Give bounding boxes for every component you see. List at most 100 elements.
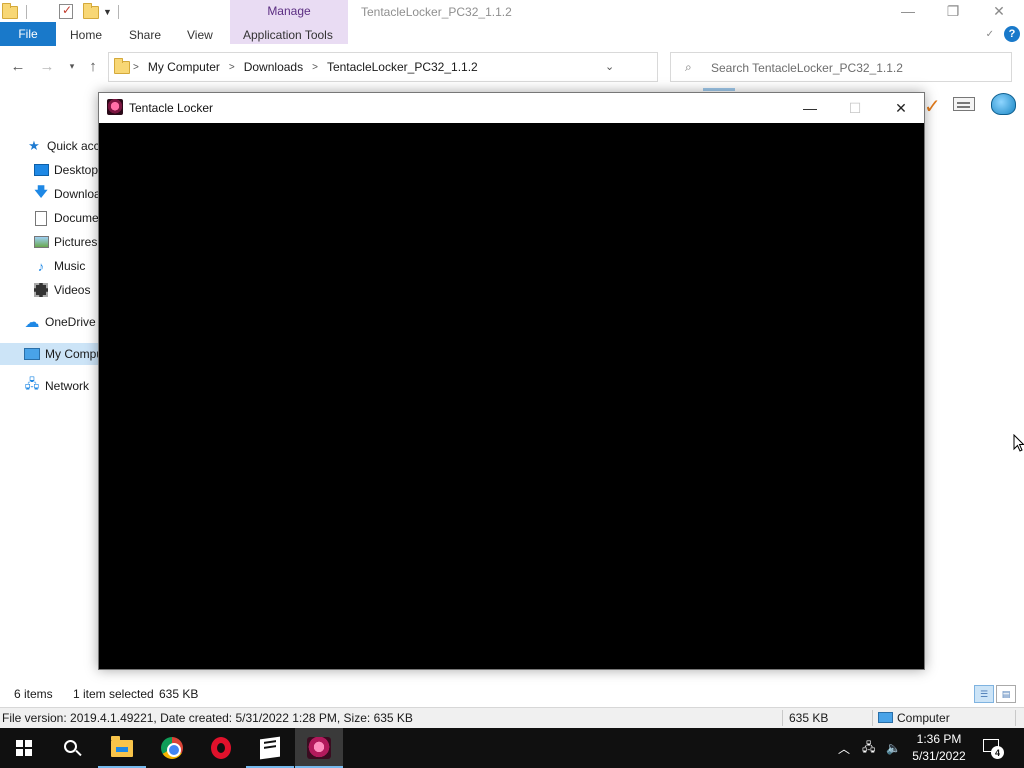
help-icon[interactable]: ? xyxy=(1004,26,1020,42)
ribbon-controls: ✓ ? xyxy=(986,26,1020,42)
nav-item-quick-access[interactable]: ★ Quick access xyxy=(0,135,100,157)
app-window-title: Tentacle Locker xyxy=(129,101,214,115)
music-icon: ♪ xyxy=(37,258,45,274)
expand-ribbon-chevron-icon[interactable]: ✓ xyxy=(986,29,994,40)
taskbar-package[interactable] xyxy=(246,728,294,768)
nav-item-downloads[interactable]: 🡇 Downloads xyxy=(0,183,100,205)
ribbon-tabs: File Home Share View Application Tools ✓… xyxy=(0,22,1024,46)
tab-home[interactable]: Home xyxy=(70,28,102,42)
breadcrumb-separator-icon[interactable]: > xyxy=(133,62,139,73)
package-icon xyxy=(260,736,280,760)
status-bar: 6 items 1 item selected 635 KB xyxy=(0,683,1024,705)
shell-icon[interactable] xyxy=(991,93,1016,115)
breadcrumb-my-computer[interactable]: My Computer xyxy=(148,60,220,74)
location-label: Computer xyxy=(897,711,950,725)
nav-item-pictures[interactable]: Pictures xyxy=(0,231,100,253)
network-tray-icon[interactable]: 🖧 xyxy=(862,728,875,768)
breadcrumb-separator-icon[interactable]: > xyxy=(229,62,235,73)
tentacle-locker-window: Tentacle Locker — ☐ ✕ xyxy=(98,92,925,670)
opera-icon xyxy=(211,737,231,759)
nav-item-label: Quick access xyxy=(47,139,100,153)
nav-item-label: Desktop xyxy=(54,163,99,177)
game-canvas[interactable] xyxy=(99,123,924,669)
address-bar[interactable]: > My Computer > Downloads > TentacleLock… xyxy=(108,52,756,82)
explorer-title-bar: ▼ Manage TentacleLocker_PC32_1.1.2 — ❐ ✕ xyxy=(0,0,1024,44)
minimize-button[interactable]: — xyxy=(885,0,931,22)
computer-icon xyxy=(878,712,893,723)
nav-item-my-computer[interactable]: My Computer xyxy=(0,343,100,365)
nav-item-label: Pictures xyxy=(54,235,98,249)
chrome-icon xyxy=(161,737,183,759)
tab-view[interactable]: View xyxy=(187,28,213,42)
selection-status: 1 item selected xyxy=(73,687,154,701)
download-icon: 🡇 xyxy=(34,184,48,199)
app-minimize-button[interactable]: — xyxy=(787,93,833,123)
app-maximize-button[interactable]: ☐ xyxy=(832,93,878,123)
nav-item-label: OneDrive xyxy=(45,315,96,329)
checkmark-icon[interactable]: ✓ xyxy=(924,94,941,119)
show-hidden-icons-chevron-icon[interactable]: ︿ xyxy=(838,728,850,768)
view-switcher: ☰ ▤ xyxy=(974,685,1016,703)
clock[interactable]: 1:36 PM 5/31/2022 xyxy=(906,731,972,765)
tentacle-locker-icon xyxy=(307,737,331,759)
star-icon: ★ xyxy=(28,138,40,153)
properties-icon[interactable] xyxy=(59,3,75,20)
id-card-icon[interactable] xyxy=(953,97,975,111)
folder-icon[interactable] xyxy=(2,3,18,20)
search-input[interactable] xyxy=(711,59,1001,77)
customize-toolbar-chevron-icon[interactable]: ▼ xyxy=(103,7,112,17)
nav-item-videos[interactable]: Videos xyxy=(0,279,100,301)
details-view-icon[interactable]: ☰ xyxy=(974,685,994,703)
nav-item-label: Documents xyxy=(54,211,100,225)
nav-item-desktop[interactable]: Desktop xyxy=(0,159,100,181)
app-title-bar[interactable]: Tentacle Locker — ☐ ✕ xyxy=(99,93,924,123)
details-bar: File version: 2019.4.1.49221, Date creat… xyxy=(0,707,1024,728)
nav-item-label: Downloads xyxy=(54,187,100,201)
up-arrow-icon[interactable]: ↑ xyxy=(83,56,103,76)
taskbar-chrome[interactable] xyxy=(148,728,196,768)
taskbar-search-button[interactable] xyxy=(48,728,96,768)
start-button[interactable] xyxy=(0,728,48,768)
nav-item-documents[interactable]: Documents xyxy=(0,207,100,229)
cloud-icon: ☁ xyxy=(24,314,40,331)
breadcrumb-tentaclelocker[interactable]: TentacleLocker_PC32_1.1.2 xyxy=(327,60,478,74)
app-close-button[interactable]: ✕ xyxy=(878,93,924,123)
taskbar-tentacle-locker[interactable] xyxy=(295,728,343,768)
taskbar-opera[interactable] xyxy=(197,728,245,768)
restore-button[interactable]: ❐ xyxy=(930,0,976,22)
status-divider xyxy=(872,710,873,726)
nav-item-network[interactable]: 🖧 Network xyxy=(0,375,100,397)
toolbar-divider xyxy=(26,5,27,19)
computer-icon xyxy=(24,346,40,362)
tab-application-tools[interactable]: Application Tools xyxy=(243,28,333,42)
new-folder-icon[interactable] xyxy=(83,3,99,20)
recent-locations-chevron-icon[interactable]: ▾ xyxy=(62,56,82,76)
close-button[interactable]: ✕ xyxy=(976,0,1022,22)
back-arrow-icon[interactable]: ← xyxy=(8,56,28,76)
volume-icon[interactable]: 🔈 xyxy=(886,728,901,768)
file-explorer-icon xyxy=(111,735,133,757)
nav-item-music[interactable]: ♪ Music xyxy=(0,255,100,277)
breadcrumb-separator-icon[interactable]: > xyxy=(312,62,318,73)
large-icons-view-icon[interactable]: ▤ xyxy=(996,685,1016,703)
nav-item-onedrive[interactable]: ☁ OneDrive xyxy=(0,311,100,333)
tab-share[interactable]: Share xyxy=(129,28,161,42)
window-title: TentacleLocker_PC32_1.1.2 xyxy=(361,5,512,19)
breadcrumb-downloads[interactable]: Downloads xyxy=(244,60,303,74)
action-center-button[interactable]: 4 xyxy=(982,737,1004,759)
forward-arrow-icon[interactable]: → xyxy=(37,56,57,76)
address-dropdown-chevron-icon[interactable]: ⌄ xyxy=(605,60,614,73)
windows-logo-icon xyxy=(16,740,32,756)
taskbar-file-explorer[interactable] xyxy=(98,728,146,768)
search-box[interactable]: ⌕ xyxy=(670,52,1012,82)
folder-icon xyxy=(114,58,130,74)
ribbon-highlight-strip xyxy=(703,88,735,91)
clock-time: 1:36 PM xyxy=(916,732,962,746)
desktop-icon xyxy=(33,162,49,178)
network-icon: 🖧 xyxy=(24,376,40,391)
tab-file[interactable]: File xyxy=(0,22,56,46)
nav-item-label: Music xyxy=(54,259,86,273)
nav-item-label: Network xyxy=(45,379,90,393)
manage-label: Manage xyxy=(267,4,311,18)
file-size: 635 KB xyxy=(789,711,829,725)
